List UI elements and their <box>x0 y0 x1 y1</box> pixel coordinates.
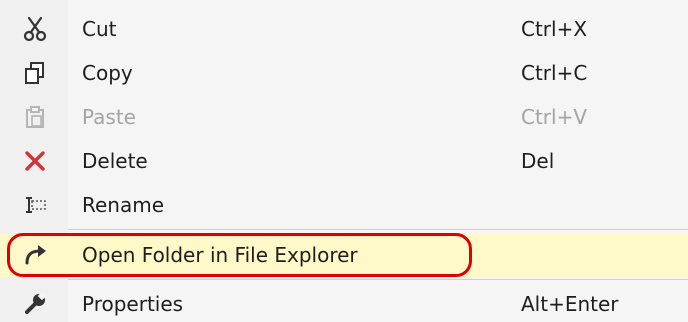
menu-item-label: Paste <box>82 105 136 129</box>
menu-item-label: Properties <box>82 292 184 316</box>
menu-item-rename[interactable]: Rename <box>0 184 688 227</box>
menu-item-shortcut: Ctrl+V <box>521 105 588 129</box>
delete-x-icon <box>22 148 48 174</box>
copy-icon <box>22 60 48 86</box>
menu-item-label: Open Folder in File Explorer <box>82 243 358 267</box>
menu-item-paste[interactable]: Paste Ctrl+V <box>0 96 688 139</box>
open-folder-arrow-icon <box>22 242 48 268</box>
menu-item-shortcut: Alt+Enter <box>521 292 619 316</box>
scissors-icon <box>22 16 48 42</box>
menu-item-properties[interactable]: Properties Alt+Enter <box>0 283 688 322</box>
menu-item-shortcut: Del <box>521 149 555 173</box>
menu-item-label: Rename <box>82 193 165 217</box>
menu-item-copy[interactable]: Copy Ctrl+C <box>0 52 688 95</box>
menu-item-shortcut: Ctrl+C <box>521 61 588 85</box>
menu-item-label: Copy <box>82 61 133 85</box>
menu-item-label: Delete <box>82 149 148 173</box>
menu-item-label: Cut <box>82 17 117 41</box>
rename-icon <box>22 192 48 218</box>
wrench-icon <box>22 291 48 317</box>
paste-icon <box>22 104 48 130</box>
menu-separator <box>68 279 688 280</box>
menu-item-delete[interactable]: Delete Del <box>0 140 688 183</box>
context-menu: Cut Ctrl+X Copy Ctrl+C Paste Ctrl+V Dele… <box>0 0 688 322</box>
menu-item-shortcut: Ctrl+X <box>521 17 588 41</box>
menu-item-open-folder-in-file-explorer[interactable]: Open Folder in File Explorer <box>0 234 688 277</box>
menu-separator <box>68 229 688 230</box>
menu-item-cut[interactable]: Cut Ctrl+X <box>0 8 688 51</box>
